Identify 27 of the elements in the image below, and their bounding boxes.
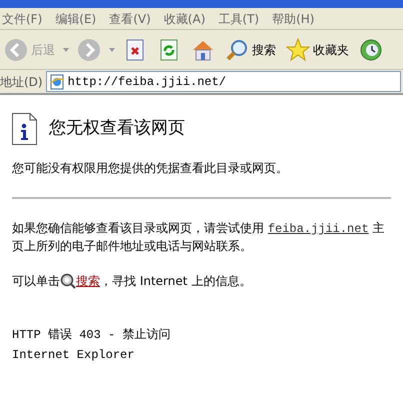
menu-item[interactable]: 文件(F) (2, 10, 42, 28)
search-link[interactable]: 搜索 (76, 272, 100, 290)
address-label: 地址(D) (0, 74, 43, 90)
search-icon (60, 273, 76, 289)
favorites-button[interactable]: 收藏夹 (284, 32, 351, 66)
search-icon (225, 38, 249, 62)
page-icon (48, 74, 65, 90)
search-button[interactable]: 搜索 (223, 32, 278, 66)
error-code: HTTP 错误 403 - 禁止访问 (12, 327, 172, 344)
address-field[interactable]: http://feiba.jjii.net/ (46, 71, 401, 92)
history-icon (359, 38, 383, 62)
page-title: 您无权查看该网页 (49, 117, 185, 140)
search-paragraph: 可以单击 搜索，寻找 Internet 上的信息。 (12, 272, 252, 290)
browser-name: Internet Explorer (12, 347, 136, 364)
dropdown-caret-icon[interactable] (63, 48, 69, 52)
menu-item[interactable]: 帮助(H) (272, 10, 314, 28)
message-text: 您可能没有权限用您提供的凭据查看此目录或网页。 (12, 160, 289, 177)
menu-item[interactable]: 工具(T) (218, 10, 260, 28)
menu-item[interactable]: 编辑(E) (55, 10, 96, 28)
address-value: http://feiba.jjii.net/ (68, 74, 226, 90)
dropdown-caret-icon[interactable] (109, 48, 115, 52)
star-icon (286, 38, 310, 62)
menu-item[interactable]: 查看(V) (109, 10, 151, 28)
info-document-icon (12, 113, 37, 145)
menu-item[interactable]: 收藏(A) (164, 10, 206, 28)
site-link[interactable]: feiba.jjii.net (268, 222, 369, 236)
contact-paragraph: 如果您确信能够查看该目录或网页，请尝试使用 feiba.jjii.net 主页上所列的电子邮件地址或电话与网站联系。 (12, 220, 386, 255)
